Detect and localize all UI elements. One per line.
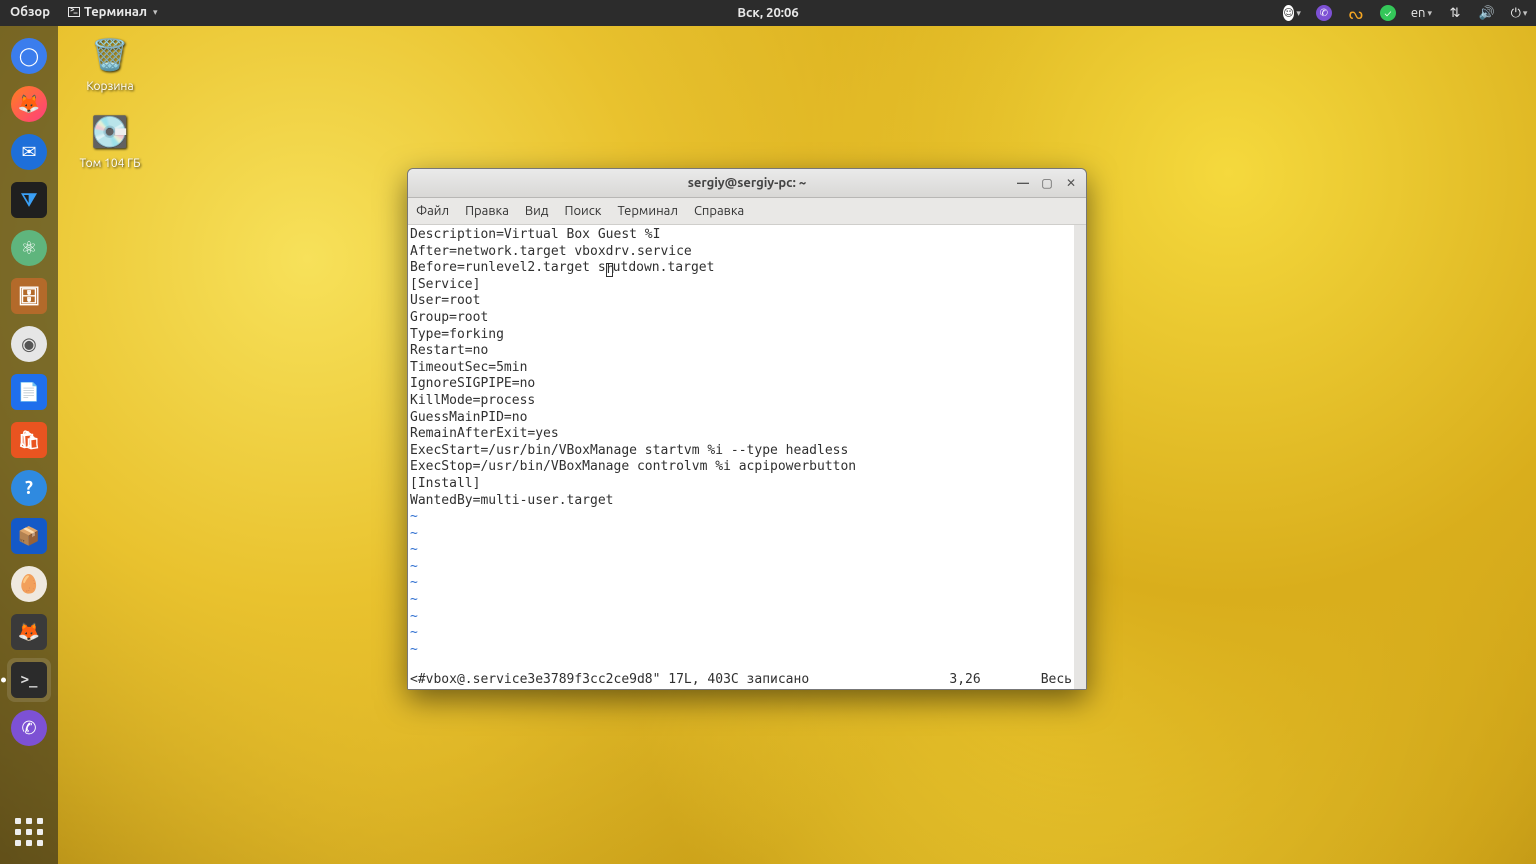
dock-egg[interactable]: 🥚 bbox=[7, 562, 51, 606]
power-icon: ⏻ bbox=[1511, 6, 1521, 21]
dock-files[interactable]: 🗄 bbox=[7, 274, 51, 318]
software-icon: 🛍 bbox=[11, 422, 47, 458]
dock-virtualbox[interactable]: 📦 bbox=[7, 514, 51, 558]
menu-view[interactable]: Вид bbox=[525, 204, 549, 218]
menu-search[interactable]: Поиск bbox=[564, 204, 601, 218]
running-indicator bbox=[1, 678, 6, 683]
terminal-icon: >_ bbox=[11, 662, 47, 698]
check-circle-icon: ✓ bbox=[1380, 5, 1396, 21]
keyboard-layout-menu[interactable]: en ▾ bbox=[1411, 4, 1432, 22]
chevron-down-icon: ▾ bbox=[1427, 8, 1432, 19]
terminal-window: sergiy@sergiy-pc: ~ — ▢ ✕ Файл Правка Ви… bbox=[407, 168, 1087, 690]
activities-button[interactable]: Обзор bbox=[8, 0, 52, 26]
viber-icon: ✆ bbox=[11, 710, 47, 746]
keyboard-layout-label: en bbox=[1411, 6, 1426, 20]
active-app-menu[interactable]: Терминал ▾ bbox=[66, 0, 160, 26]
window-minimize-button[interactable]: — bbox=[1016, 177, 1030, 190]
zigzag-icon: ᔓ bbox=[1349, 4, 1363, 23]
window-titlebar[interactable]: sergiy@sergiy-pc: ~ — ▢ ✕ bbox=[408, 169, 1086, 198]
dock: ◯ 🦊 ✉ ⧩ ⚛ 🗄 ◉ 📄 🛍 ? 📦 🥚 🦊 >_ ✆ bbox=[0, 26, 58, 864]
activities-label: Обзор bbox=[10, 5, 50, 19]
dock-writer[interactable]: 📄 bbox=[7, 370, 51, 414]
trash-label: Корзина bbox=[70, 80, 150, 93]
app-indicator[interactable]: ᔓ bbox=[1347, 4, 1365, 22]
vscode-icon: ⧩ bbox=[11, 182, 47, 218]
virtualbox-icon: 📦 bbox=[11, 518, 47, 554]
status-right: Весь bbox=[1041, 672, 1072, 689]
vim-status-line: <#vbox@.service3e3789f3cc2ce9d8" 17L, 40… bbox=[408, 672, 1074, 689]
files-icon: 🗄 bbox=[11, 278, 47, 314]
trash-glyph-icon: 🗑️ bbox=[89, 34, 131, 76]
dock-chromium[interactable]: ◯ bbox=[7, 34, 51, 78]
dock-help[interactable]: ? bbox=[7, 466, 51, 510]
menu-file[interactable]: Файл bbox=[416, 204, 449, 218]
power-menu[interactable]: ⏻ ▾ bbox=[1510, 4, 1528, 22]
volume-label: Том 104 ГБ bbox=[70, 157, 150, 170]
accessibility-icon: ☺ bbox=[1283, 5, 1294, 21]
gimp-icon: 🦊 bbox=[11, 614, 47, 650]
dock-viber[interactable]: ✆ bbox=[7, 706, 51, 750]
egg-icon: 🥚 bbox=[11, 566, 47, 602]
volume-icon[interactable]: 💽 Том 104 ГБ bbox=[70, 111, 150, 170]
menu-terminal[interactable]: Терминал bbox=[617, 204, 677, 218]
drive-glyph-icon: 💽 bbox=[89, 111, 131, 153]
status-cursor-pos: 3,26 bbox=[949, 672, 980, 689]
window-close-button[interactable]: ✕ bbox=[1064, 176, 1078, 190]
dock-gimp[interactable]: 🦊 bbox=[7, 610, 51, 654]
network-icon[interactable]: ⇅ bbox=[1446, 4, 1464, 22]
chevron-down-icon: ▾ bbox=[153, 7, 158, 18]
scrollbar[interactable] bbox=[1074, 225, 1086, 689]
status-ok[interactable]: ✓ bbox=[1379, 4, 1397, 22]
window-title: sergiy@sergiy-pc: ~ bbox=[688, 176, 806, 190]
dock-thunderbird[interactable]: ✉ bbox=[7, 130, 51, 174]
dock-vscode[interactable]: ⧩ bbox=[7, 178, 51, 222]
window-maximize-button[interactable]: ▢ bbox=[1040, 176, 1054, 190]
volume-icon[interactable]: 🔊 bbox=[1478, 4, 1496, 22]
trash-icon[interactable]: 🗑️ Корзина bbox=[70, 34, 150, 93]
dock-firefox[interactable]: 🦊 bbox=[7, 82, 51, 126]
menu-edit[interactable]: Правка bbox=[465, 204, 509, 218]
atom-icon: ⚛ bbox=[11, 230, 47, 266]
menu-help[interactable]: Справка bbox=[694, 204, 744, 218]
dock-terminal[interactable]: >_ bbox=[7, 658, 51, 702]
viber-icon: ✆ bbox=[1316, 5, 1332, 21]
window-menubar: Файл Правка Вид Поиск Терминал Справка bbox=[408, 198, 1086, 225]
dock-disks[interactable]: ◉ bbox=[7, 322, 51, 366]
viber-tray[interactable]: ✆ bbox=[1315, 4, 1333, 22]
disks-icon: ◉ bbox=[11, 326, 47, 362]
terminal-body[interactable]: Description=Virtual Box Guest %I After=n… bbox=[408, 225, 1086, 689]
top-panel: Обзор Терминал ▾ Вск, 20:06 ☺ ▾ ✆ ᔓ ✓ en… bbox=[0, 0, 1536, 26]
writer-icon: 📄 bbox=[11, 374, 47, 410]
accessibility-menu[interactable]: ☺ ▾ bbox=[1283, 4, 1301, 22]
clock-label: Вск, 20:06 bbox=[737, 6, 798, 20]
text-cursor: h bbox=[606, 263, 613, 277]
status-left: <#vbox@.service3e3789f3cc2ce9d8" 17L, 40… bbox=[410, 672, 809, 689]
terminal-content: Description=Virtual Box Guest %I After=n… bbox=[408, 225, 1074, 658]
chromium-icon: ◯ bbox=[11, 38, 47, 74]
dock-atom[interactable]: ⚛ bbox=[7, 226, 51, 270]
show-applications-button[interactable] bbox=[7, 810, 51, 854]
firefox-icon: 🦊 bbox=[11, 86, 47, 122]
clock[interactable]: Вск, 20:06 bbox=[737, 6, 798, 20]
active-app-label: Терминал bbox=[84, 5, 147, 19]
terminal-icon bbox=[68, 7, 80, 17]
desktop-icons: 🗑️ Корзина 💽 Том 104 ГБ bbox=[70, 34, 150, 170]
dock-software[interactable]: 🛍 bbox=[7, 418, 51, 462]
chevron-down-icon: ▾ bbox=[1296, 8, 1301, 19]
help-icon: ? bbox=[11, 470, 47, 506]
chevron-down-icon: ▾ bbox=[1523, 8, 1528, 19]
thunderbird-icon: ✉ bbox=[11, 134, 47, 170]
